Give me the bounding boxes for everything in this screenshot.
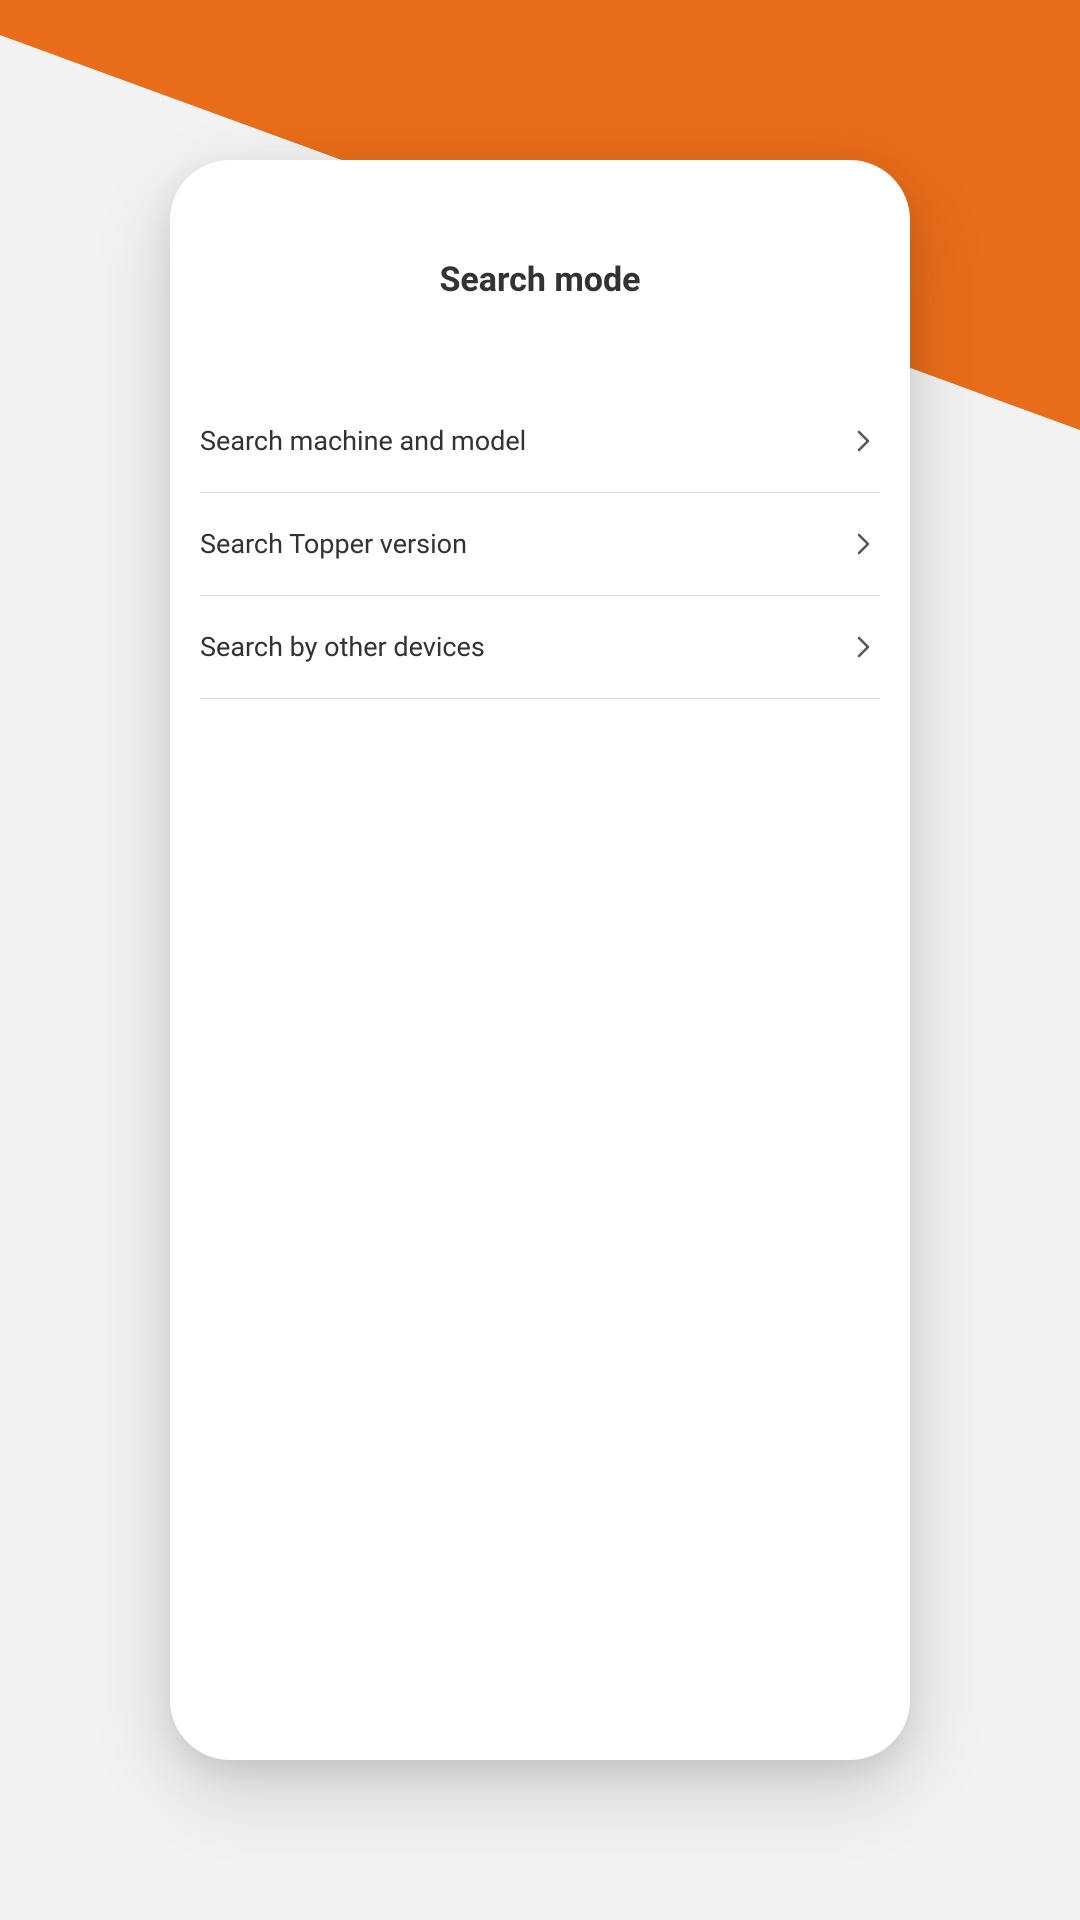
- list-item-label: Search by other devices: [200, 631, 485, 663]
- list-item-topper-version[interactable]: Search Topper version: [200, 493, 880, 596]
- chevron-right-icon: [856, 530, 872, 558]
- main-card: Search mode Search machine and model Sea…: [170, 160, 910, 1760]
- list-item-label: Search Topper version: [200, 528, 467, 560]
- chevron-right-icon: [856, 633, 872, 661]
- list-item-label: Search machine and model: [200, 425, 526, 457]
- list-item-machine-model[interactable]: Search machine and model: [200, 390, 880, 493]
- chevron-right-icon: [856, 427, 872, 455]
- list-item-other-devices[interactable]: Search by other devices: [200, 596, 880, 699]
- page-title: Search mode: [200, 260, 880, 300]
- search-mode-list: Search machine and model Search Topper v…: [200, 390, 880, 699]
